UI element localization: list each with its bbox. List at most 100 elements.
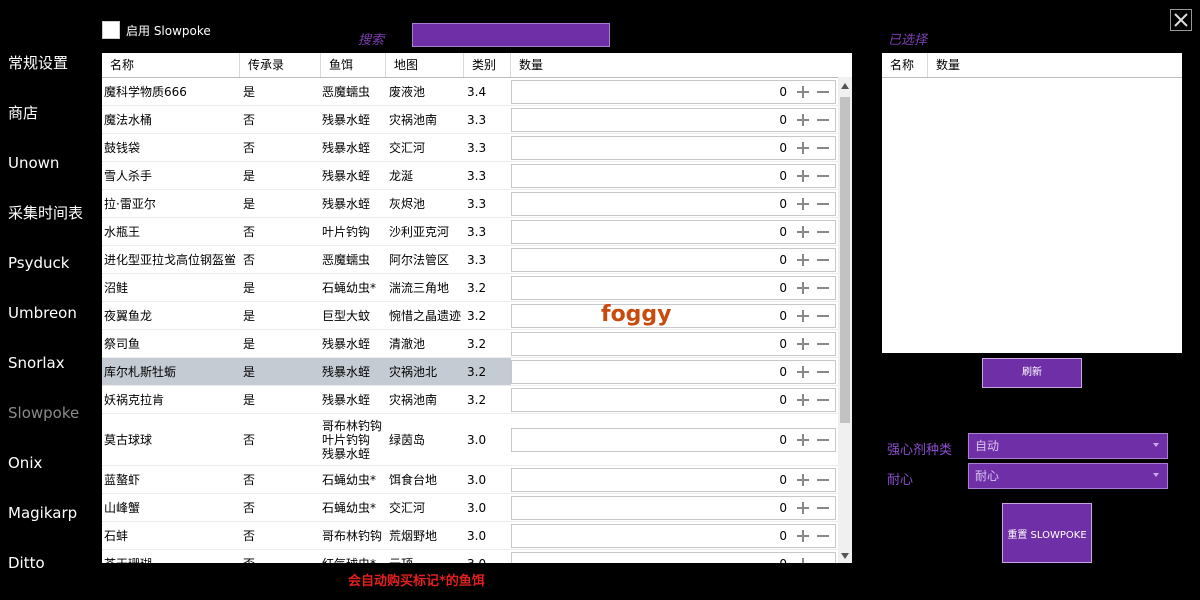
quantity-stepper[interactable]: 0 xyxy=(511,304,836,328)
quantity-value[interactable]: 0 xyxy=(779,221,787,243)
sidebar-item[interactable]: Umbreon xyxy=(0,288,100,338)
column-header-inherit[interactable]: 传承录 xyxy=(240,53,321,77)
minus-icon[interactable] xyxy=(815,308,831,324)
quantity-value[interactable]: 0 xyxy=(779,497,787,519)
minus-icon[interactable] xyxy=(815,84,831,100)
column-header-name[interactable]: 名称 xyxy=(102,53,240,77)
plus-icon[interactable] xyxy=(795,252,811,268)
minus-icon[interactable] xyxy=(815,336,831,352)
minus-icon[interactable] xyxy=(815,432,831,448)
enable-checkbox-wrap[interactable]: 启用 Slowpoke xyxy=(102,21,211,39)
minus-icon[interactable] xyxy=(815,528,831,544)
sidebar-item[interactable]: 商店 xyxy=(0,88,100,138)
plus-icon[interactable] xyxy=(795,140,811,156)
table-row[interactable]: 鼓钱袋 否 残暴水蛭 交汇河 3.3 0 xyxy=(102,134,838,162)
sidebar-item[interactable]: 采集时间表 xyxy=(0,188,100,238)
table-row[interactable]: 雪人杀手 是 残暴水蛭 龙涎 3.3 0 xyxy=(102,162,838,190)
sidebar-item[interactable]: Unown xyxy=(0,138,100,188)
quantity-value[interactable]: 0 xyxy=(779,469,787,491)
quantity-stepper[interactable]: 0 xyxy=(511,192,836,216)
plus-icon[interactable] xyxy=(795,196,811,212)
minus-icon[interactable] xyxy=(815,556,831,563)
quantity-stepper[interactable]: 0 xyxy=(511,496,836,520)
quantity-stepper[interactable]: 0 xyxy=(511,388,836,412)
sidebar-item[interactable]: 常规设置 xyxy=(0,38,100,88)
plus-icon[interactable] xyxy=(795,528,811,544)
table-row[interactable]: 库尔札斯牡蛎 是 残暴水蛭 灾祸池北 3.2 0 xyxy=(102,358,838,386)
plus-icon[interactable] xyxy=(795,556,811,563)
minus-icon[interactable] xyxy=(815,196,831,212)
table-row[interactable]: 沼鲑 是 石蝇幼虫* 湍流三角地 3.2 0 xyxy=(102,274,838,302)
table-row[interactable]: 拉·雷亚尔 是 残暴水蛭 灰烬池 3.3 0 xyxy=(102,190,838,218)
table-row[interactable]: 莫古球球否哥布林钓钩 叶片钓钩 残暴水蛭 绿茵岛 3.0 0 xyxy=(102,414,838,466)
quantity-stepper[interactable]: 0 xyxy=(511,276,836,300)
table-row[interactable]: 祭司鱼 是 残暴水蛭 清澈池 3.2 0 xyxy=(102,330,838,358)
table-row[interactable]: 夜翼鱼龙 是 巨型大蚊 惋惜之晶遗迹 3.2 0 xyxy=(102,302,838,330)
plus-icon[interactable] xyxy=(795,168,811,184)
quantity-value[interactable]: 0 xyxy=(779,553,787,563)
table-row[interactable]: 妖祸克拉肯 是 残暴水蛭 灾祸池南 3.2 0 xyxy=(102,386,838,414)
quantity-stepper[interactable]: 0 xyxy=(511,468,836,492)
column-header-map[interactable]: 地图 xyxy=(386,53,464,77)
sidebar-item[interactable]: Snorlax xyxy=(0,338,100,388)
sidebar-item[interactable]: Magikarp xyxy=(0,488,100,538)
column-header-qty[interactable]: 数量 xyxy=(511,53,838,77)
minus-icon[interactable] xyxy=(815,500,831,516)
sidebar-item[interactable]: Ditto xyxy=(0,538,100,588)
plus-icon[interactable] xyxy=(795,472,811,488)
reset-slowpoke-button[interactable]: 重置 SLOWPOKE xyxy=(1002,503,1092,563)
table-row[interactable]: 山峰蟹 否 石蝇幼虫* 交汇河 3.0 0 xyxy=(102,494,838,522)
enable-checkbox[interactable] xyxy=(102,21,120,39)
minus-icon[interactable] xyxy=(815,280,831,296)
selected-column-qty[interactable]: 数量 xyxy=(928,53,1182,77)
quantity-value[interactable]: 0 xyxy=(779,361,787,383)
minus-icon[interactable] xyxy=(815,364,831,380)
quantity-value[interactable]: 0 xyxy=(779,333,787,355)
scroll-down-icon[interactable] xyxy=(840,551,850,561)
table-row[interactable]: 蓝螯虾 否 石蝇幼虫* 饵食台地 3.0 0 xyxy=(102,466,838,494)
table-row[interactable]: 进化型亚拉戈高位钢盔鲎否 恶魔蠕虫 阿尔法管区 3.3 0 xyxy=(102,246,838,274)
quantity-value[interactable]: 0 xyxy=(779,277,787,299)
quantity-value[interactable]: 0 xyxy=(779,165,787,187)
minus-icon[interactable] xyxy=(815,140,831,156)
quantity-stepper[interactable]: 0 xyxy=(511,360,836,384)
quantity-stepper[interactable]: 0 xyxy=(511,220,836,244)
plus-icon[interactable] xyxy=(795,500,811,516)
quantity-value[interactable]: 0 xyxy=(779,137,787,159)
column-header-bait[interactable]: 鱼饵 xyxy=(321,53,386,77)
refresh-button[interactable]: 刷新 xyxy=(982,358,1082,388)
sidebar-item[interactable]: Slowpoke xyxy=(0,388,100,438)
column-header-category[interactable]: 类别 xyxy=(464,53,511,77)
quantity-stepper[interactable]: 0 xyxy=(511,248,836,272)
quantity-value[interactable]: 0 xyxy=(779,81,787,103)
minus-icon[interactable] xyxy=(815,112,831,128)
quantity-value[interactable]: 0 xyxy=(779,525,787,547)
quantity-stepper[interactable]: 0 xyxy=(511,108,836,132)
quantity-value[interactable]: 0 xyxy=(779,249,787,271)
plus-icon[interactable] xyxy=(795,112,811,128)
plus-icon[interactable] xyxy=(795,308,811,324)
potion-type-select[interactable]: 自动 xyxy=(968,433,1168,459)
close-button[interactable] xyxy=(1170,9,1192,31)
sidebar-item[interactable]: Psyduck xyxy=(0,238,100,288)
scroll-up-icon[interactable] xyxy=(840,81,850,91)
selected-column-name[interactable]: 名称 xyxy=(882,53,928,77)
quantity-value[interactable]: 0 xyxy=(779,109,787,131)
quantity-stepper[interactable]: 0 xyxy=(511,136,836,160)
table-scrollbar[interactable] xyxy=(838,77,852,563)
sidebar-item[interactable]: Onix xyxy=(0,438,100,488)
quantity-stepper[interactable]: 0 xyxy=(511,164,836,188)
quantity-value[interactable]: 0 xyxy=(779,193,787,215)
scroll-thumb[interactable] xyxy=(840,97,850,423)
quantity-value[interactable]: 0 xyxy=(779,305,787,327)
quantity-stepper[interactable]: 0 xyxy=(511,332,836,356)
minus-icon[interactable] xyxy=(815,252,831,268)
minus-icon[interactable] xyxy=(815,392,831,408)
table-row[interactable]: 苍天珊瑚 否 红气球虫* 云顶 3.0 0 xyxy=(102,550,838,563)
plus-icon[interactable] xyxy=(795,432,811,448)
quantity-stepper[interactable]: 0 xyxy=(511,80,836,104)
search-input[interactable] xyxy=(412,23,610,47)
quantity-stepper[interactable]: 0 xyxy=(511,552,836,563)
table-row[interactable]: 魔法水桶 否 残暴水蛭 灾祸池南 3.3 0 xyxy=(102,106,838,134)
table-row[interactable]: 魔科学物质666 是 恶魔蠕虫 废液池 3.4 0 xyxy=(102,78,838,106)
